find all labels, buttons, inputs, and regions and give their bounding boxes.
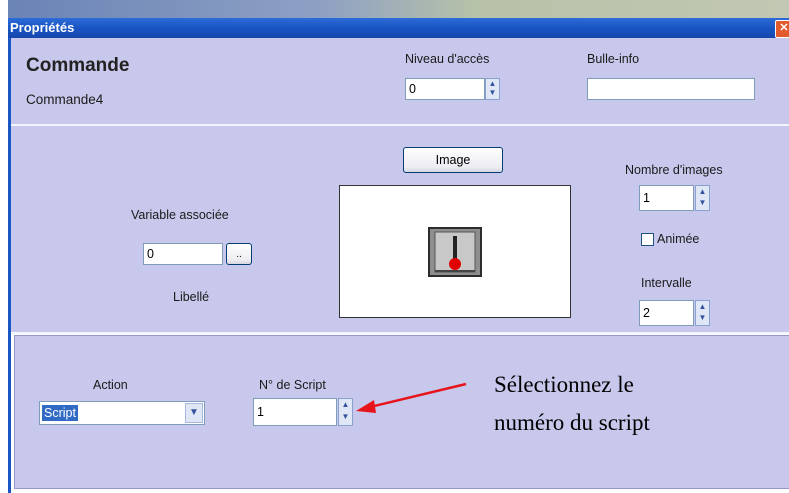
interval-spinner[interactable]: ▲ ▼ xyxy=(695,300,710,326)
command-name: Commande4 xyxy=(26,92,104,107)
action-label: Action xyxy=(93,378,128,392)
spin-down-icon[interactable]: ▼ xyxy=(339,411,352,423)
access-level-input[interactable]: 0 xyxy=(405,78,485,100)
annotation-line-2: numéro du script xyxy=(494,410,650,435)
script-number-input[interactable]: 1 xyxy=(253,398,337,426)
script-number-spinner[interactable]: ▲ ▼ xyxy=(338,398,353,426)
interval-input[interactable]: 2 xyxy=(639,300,694,326)
access-level-spinner[interactable]: ▲ ▼ xyxy=(485,78,500,100)
tooltip-label: Bulle-info xyxy=(587,52,640,66)
images-count-spinner[interactable]: ▲ ▼ xyxy=(695,185,710,211)
label-caption: Libellé xyxy=(173,290,210,304)
image-button[interactable]: Image xyxy=(403,147,503,173)
spin-down-icon[interactable]: ▼ xyxy=(696,197,709,208)
interval-label: Intervalle xyxy=(641,276,692,290)
variable-input[interactable]: 0 xyxy=(143,243,223,265)
properties-dialog: Propriétés ✕ Commande Commande4 Niveau d… xyxy=(0,0,789,493)
variable-label: Variable associée xyxy=(131,208,229,222)
action-selected-value: Script xyxy=(42,405,78,421)
toggle-switch-icon xyxy=(428,227,482,277)
spin-up-icon[interactable]: ▲ xyxy=(696,301,709,312)
command-heading: Commande xyxy=(26,55,130,76)
spin-up-icon[interactable]: ▲ xyxy=(339,399,352,411)
close-button[interactable]: ✕ xyxy=(775,20,789,38)
tooltip-input[interactable] xyxy=(587,78,755,100)
spin-down-icon[interactable]: ▼ xyxy=(486,88,499,97)
annotation-line-1: Sélectionnez le xyxy=(494,372,634,397)
animated-checkbox[interactable] xyxy=(641,233,654,246)
chevron-down-icon[interactable]: ▼ xyxy=(185,403,203,423)
action-select[interactable]: Script ▼ xyxy=(39,401,205,425)
animated-label: Animée xyxy=(657,232,700,246)
access-level-label: Niveau d'accès xyxy=(405,52,490,66)
images-count-input[interactable]: 1 xyxy=(639,185,694,211)
background-strip xyxy=(8,0,789,18)
divider xyxy=(8,332,789,334)
spin-up-icon[interactable]: ▲ xyxy=(486,79,499,88)
spin-down-icon[interactable]: ▼ xyxy=(696,312,709,323)
window-border xyxy=(8,38,11,493)
window-title: Propriétés xyxy=(10,20,75,35)
image-preview xyxy=(339,185,571,318)
spin-up-icon[interactable]: ▲ xyxy=(696,186,709,197)
browse-button[interactable]: .. xyxy=(226,243,252,265)
annotation-arrow-icon xyxy=(356,382,467,413)
script-number-label: N° de Script xyxy=(259,378,326,392)
images-count-label: Nombre d'images xyxy=(625,163,723,177)
title-bar[interactable]: Propriétés ✕ xyxy=(8,18,789,38)
